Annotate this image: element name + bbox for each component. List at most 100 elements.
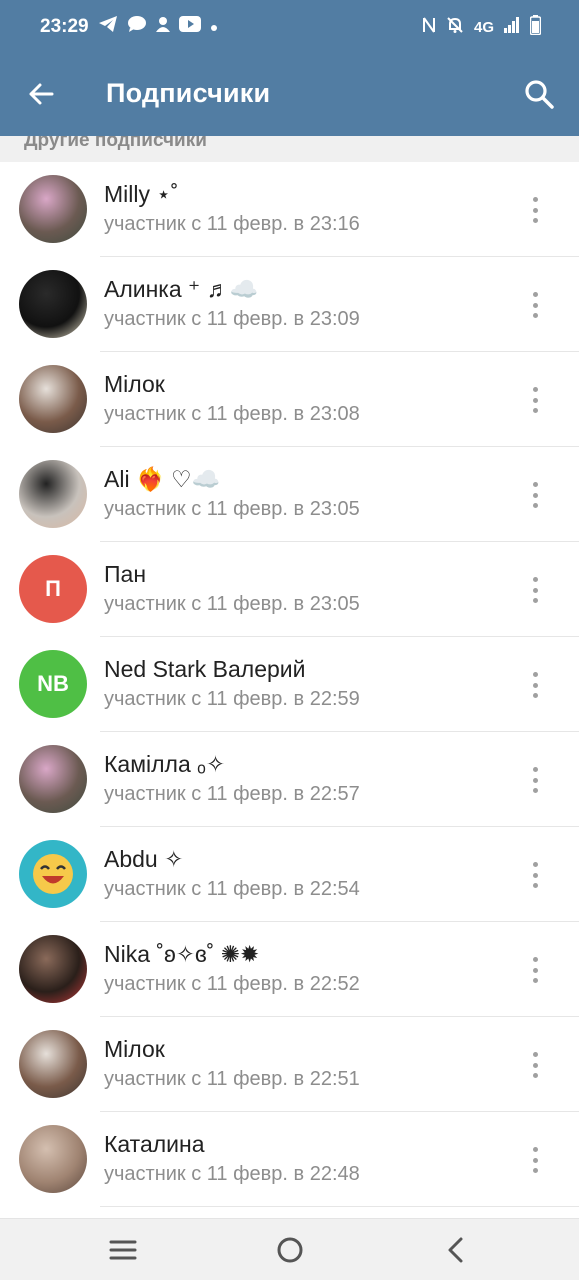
member-row[interactable]: Камілла ₒ✧ участник с 11 февр. в 22:57 — [0, 732, 579, 827]
member-row[interactable]: Алинка ⁺ ♬☁️ участник с 11 февр. в 23:09 — [0, 257, 579, 352]
member-row[interactable]: Abdu ✧ участник с 11 февр. в 22:54 — [0, 827, 579, 922]
avatar-photo — [19, 1125, 87, 1193]
app-bar: Подписчики — [0, 54, 579, 136]
member-name: Алинка ⁺ ♬☁️ — [104, 276, 259, 302]
more-dot-icon — [532, 503, 538, 508]
more-dot-icon — [532, 207, 538, 213]
recent-apps-button[interactable] — [103, 1232, 143, 1268]
member-joined-status: участник с 11 февр. в 22:51 — [104, 1068, 360, 1090]
bell-muted-icon — [446, 16, 464, 38]
member-joined-status: участник с 11 февр. в 23:08 — [104, 403, 360, 425]
more-dot-icon — [532, 387, 538, 392]
more-dot-icon — [532, 302, 538, 308]
avatar-photo — [19, 175, 87, 243]
more-options-button[interactable] — [525, 1050, 545, 1080]
avatar — [19, 840, 87, 908]
more-dot-icon — [532, 693, 538, 698]
member-row[interactable]: NB Ned Stark Валерий участник с 11 февр. в… — [0, 637, 579, 732]
member-name: Камілла ₒ✧ — [104, 751, 226, 777]
more-options-button[interactable] — [525, 575, 545, 605]
nfc-icon — [422, 16, 436, 38]
member-row[interactable]: Ali ❤️‍🔥 ♡☁️ участник с 11 февр. в 23:05 — [0, 447, 579, 542]
more-dot-icon — [532, 978, 538, 983]
more-dot-icon — [532, 872, 538, 878]
more-options-button[interactable] — [525, 955, 545, 985]
more-dot-icon — [532, 788, 538, 793]
member-row[interactable]: Nika ˚ʚ✧ɞ˚ ✺✹ участник с 11 февр. в 22:52 — [0, 922, 579, 1017]
member-joined-status: участник с 11 февр. в 23:09 — [104, 308, 360, 330]
more-dot-icon — [532, 777, 538, 783]
more-options-button[interactable] — [525, 385, 545, 415]
member-name: Nika ˚ʚ✧ɞ˚ ✺✹ — [104, 941, 260, 967]
more-options-button[interactable] — [525, 195, 545, 225]
back-button[interactable] — [24, 76, 60, 112]
section-header: Другие подписчики — [0, 136, 579, 162]
avatar: П — [19, 555, 87, 623]
more-options-button[interactable] — [525, 290, 545, 320]
member-name: Abdu ✧ — [104, 846, 184, 872]
member-joined-status: участник с 11 февр. в 22:54 — [104, 878, 360, 900]
member-list[interactable]: Milly ⋆˚ участник с 11 февр. в 23:16 Алинк… — [0, 162, 579, 1218]
more-dot-icon — [532, 1073, 538, 1078]
member-name: Каталина — [104, 1131, 205, 1157]
more-dot-icon — [532, 672, 538, 677]
more-dot-icon — [532, 313, 538, 318]
member-joined-status: участник с 11 февр. в 23:05 — [104, 593, 360, 615]
system-back-button[interactable] — [436, 1232, 476, 1268]
member-row[interactable]: Мілок участник с 11 февр. в 22:51 — [0, 1017, 579, 1112]
chat-bubble-icon — [127, 15, 147, 39]
youtube-icon — [179, 16, 201, 38]
member-joined-status: участник с 11 февр. в 23:05 — [104, 498, 360, 520]
member-joined-status: участник с 11 февр. в 22:57 — [104, 783, 360, 805]
member-row[interactable]: Каталина участник с 11 февр. в 22:48 — [0, 1112, 579, 1207]
battery-icon — [529, 15, 542, 39]
more-dot-icon — [532, 1062, 538, 1068]
more-dot-icon — [532, 482, 538, 487]
member-joined-status: участник с 11 февр. в 22:59 — [104, 688, 360, 710]
smiley-icon — [33, 854, 73, 894]
avatar-photo — [19, 270, 87, 338]
divider — [100, 1206, 579, 1207]
avatar-photo — [19, 745, 87, 813]
member-row[interactable]: Мілок участник с 11 февр. в 23:08 — [0, 352, 579, 447]
more-dot-icon — [532, 682, 538, 688]
member-row[interactable]: Milly ⋆˚ участник с 11 февр. в 23:16 — [0, 162, 579, 257]
more-options-button[interactable] — [525, 860, 545, 890]
more-options-button[interactable] — [525, 1145, 545, 1175]
signal-icon — [504, 17, 520, 37]
avatar-photo — [19, 365, 87, 433]
more-dot-icon — [532, 587, 538, 593]
telegram-icon — [98, 15, 118, 39]
search-button[interactable] — [521, 76, 557, 112]
member-joined-status: участник с 11 февр. в 23:16 — [104, 213, 360, 235]
member-name: Мілок — [104, 371, 165, 397]
network-type: 4G — [473, 18, 494, 36]
home-circle-icon — [277, 1237, 303, 1263]
more-options-button[interactable] — [525, 670, 545, 700]
avatar-photo — [19, 460, 87, 528]
more-options-button[interactable] — [525, 765, 545, 795]
more-dot-icon — [532, 577, 538, 582]
more-dot-icon — [532, 862, 538, 867]
status-time: 23:29 — [40, 16, 89, 37]
more-dot-icon — [532, 292, 538, 297]
member-name: Ned Stark Валерий — [104, 656, 306, 682]
more-dot-icon — [532, 767, 538, 772]
member-name: Пан — [104, 561, 147, 587]
home-button[interactable] — [270, 1232, 310, 1268]
avatar-photo — [19, 935, 87, 1003]
member-joined-status: участник с 11 февр. в 22:48 — [104, 1163, 360, 1185]
notification-icons — [98, 15, 218, 39]
more-dot-icon — [532, 957, 538, 962]
more-dot-icon — [532, 1147, 538, 1152]
more-dot-icon — [532, 1157, 538, 1163]
member-joined-status: участник с 11 февр. в 22:52 — [104, 973, 360, 995]
avatar-photo — [19, 1030, 87, 1098]
status-bar: 23:29 4G — [0, 0, 579, 54]
more-options-button[interactable] — [525, 480, 545, 510]
back-chevron-icon — [448, 1237, 463, 1263]
more-dot-icon — [532, 883, 538, 888]
section-header-label: Другие подписчики — [24, 136, 207, 151]
member-name: Ali ❤️‍🔥 ♡☁️ — [104, 466, 221, 492]
member-row[interactable]: П Пан участник с 11 февр. в 23:05 — [0, 542, 579, 637]
